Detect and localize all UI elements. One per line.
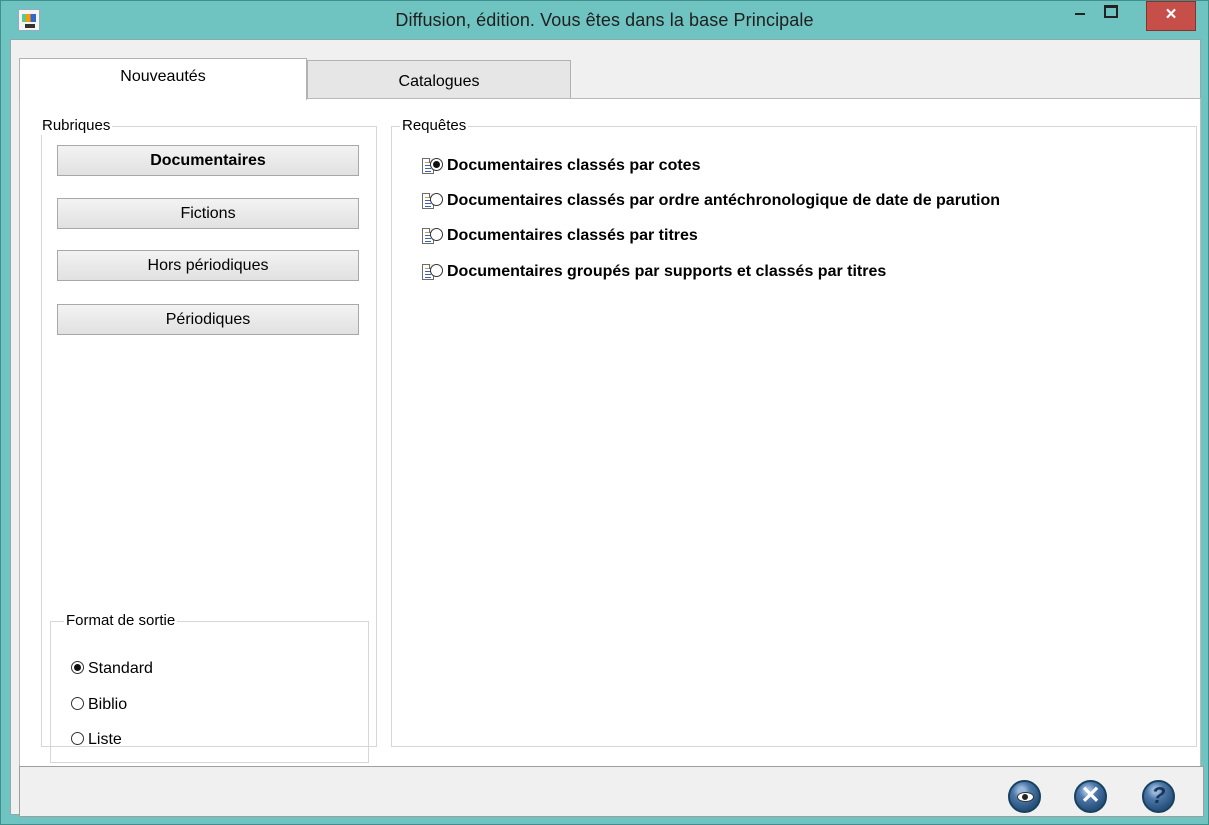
query-supports[interactable]: Documentaires groupés par supports et cl… xyxy=(430,261,886,283)
query-titres[interactable]: Documentaires classés par titres xyxy=(430,225,698,247)
query-cotes[interactable]: Documentaires classés par cotes xyxy=(430,155,700,177)
hors-periodiques-button[interactable]: Hors périodiques xyxy=(57,250,359,281)
format-label: Format de sortie xyxy=(64,612,178,630)
liste-label: Liste xyxy=(88,731,122,748)
radio-icon xyxy=(430,264,443,277)
periodiques-button[interactable]: Périodiques xyxy=(57,304,359,335)
title-bar[interactable]: Diffusion, édition. Vous êtes dans la ba… xyxy=(1,1,1208,39)
format-option-standard[interactable]: Standard xyxy=(71,658,153,680)
radio-icon xyxy=(71,697,84,710)
requetes-group: Requêtes Documentaires classés par cotes… xyxy=(391,117,1197,747)
rubriques-group: Rubriques Documentaires Fictions Hors pé… xyxy=(40,117,377,763)
query-label: Documentaires classés par cotes xyxy=(447,157,701,174)
help-icon[interactable]: ? xyxy=(1142,780,1175,813)
format-option-liste[interactable]: Liste xyxy=(71,729,122,751)
window-title: Diffusion, édition. Vous êtes dans la ba… xyxy=(395,10,814,30)
radio-checked-icon xyxy=(430,158,443,171)
biblio-label: Biblio xyxy=(88,696,128,713)
standard-label: Standard xyxy=(88,660,153,677)
application-window: Diffusion, édition. Vous êtes dans la ba… xyxy=(0,0,1209,825)
radio-icon xyxy=(430,193,443,206)
query-label: Documentaires classés par ordre antéchro… xyxy=(447,192,1001,209)
tab-catalogues[interactable]: Catalogues xyxy=(307,60,571,98)
radio-checked-icon xyxy=(71,661,84,674)
tab-nouveautes[interactable]: Nouveautés xyxy=(19,58,307,100)
fictions-button[interactable]: Fictions xyxy=(57,198,359,229)
requetes-label: Requêtes xyxy=(400,117,469,135)
format-option-biblio[interactable]: Biblio xyxy=(71,694,127,716)
maximize-button[interactable] xyxy=(1096,1,1124,23)
query-label: Documentaires classés par titres xyxy=(447,227,698,244)
cancel-icon[interactable]: ✕ xyxy=(1074,780,1107,813)
tab-page-nouveautes: Rubriques Documentaires Fictions Hors pé… xyxy=(19,98,1201,789)
minimize-button[interactable] xyxy=(1066,1,1094,23)
query-label: Documentaires groupés par supports et cl… xyxy=(447,263,887,280)
close-window-button[interactable]: × xyxy=(1146,1,1196,31)
documentaires-button[interactable]: Documentaires xyxy=(57,145,359,176)
close-icon: × xyxy=(1165,4,1177,25)
format-de-sortie-group: Format de sortie Standard Biblio Liste xyxy=(50,612,369,763)
query-parution[interactable]: Documentaires classés par ordre antéchro… xyxy=(430,190,1000,212)
radio-icon xyxy=(430,228,443,241)
preview-eye-icon[interactable] xyxy=(1008,780,1041,813)
radio-icon xyxy=(71,732,84,745)
rubriques-label: Rubriques xyxy=(40,117,113,135)
client-area: Nouveautés Catalogues Rubriques Document… xyxy=(10,39,1201,815)
